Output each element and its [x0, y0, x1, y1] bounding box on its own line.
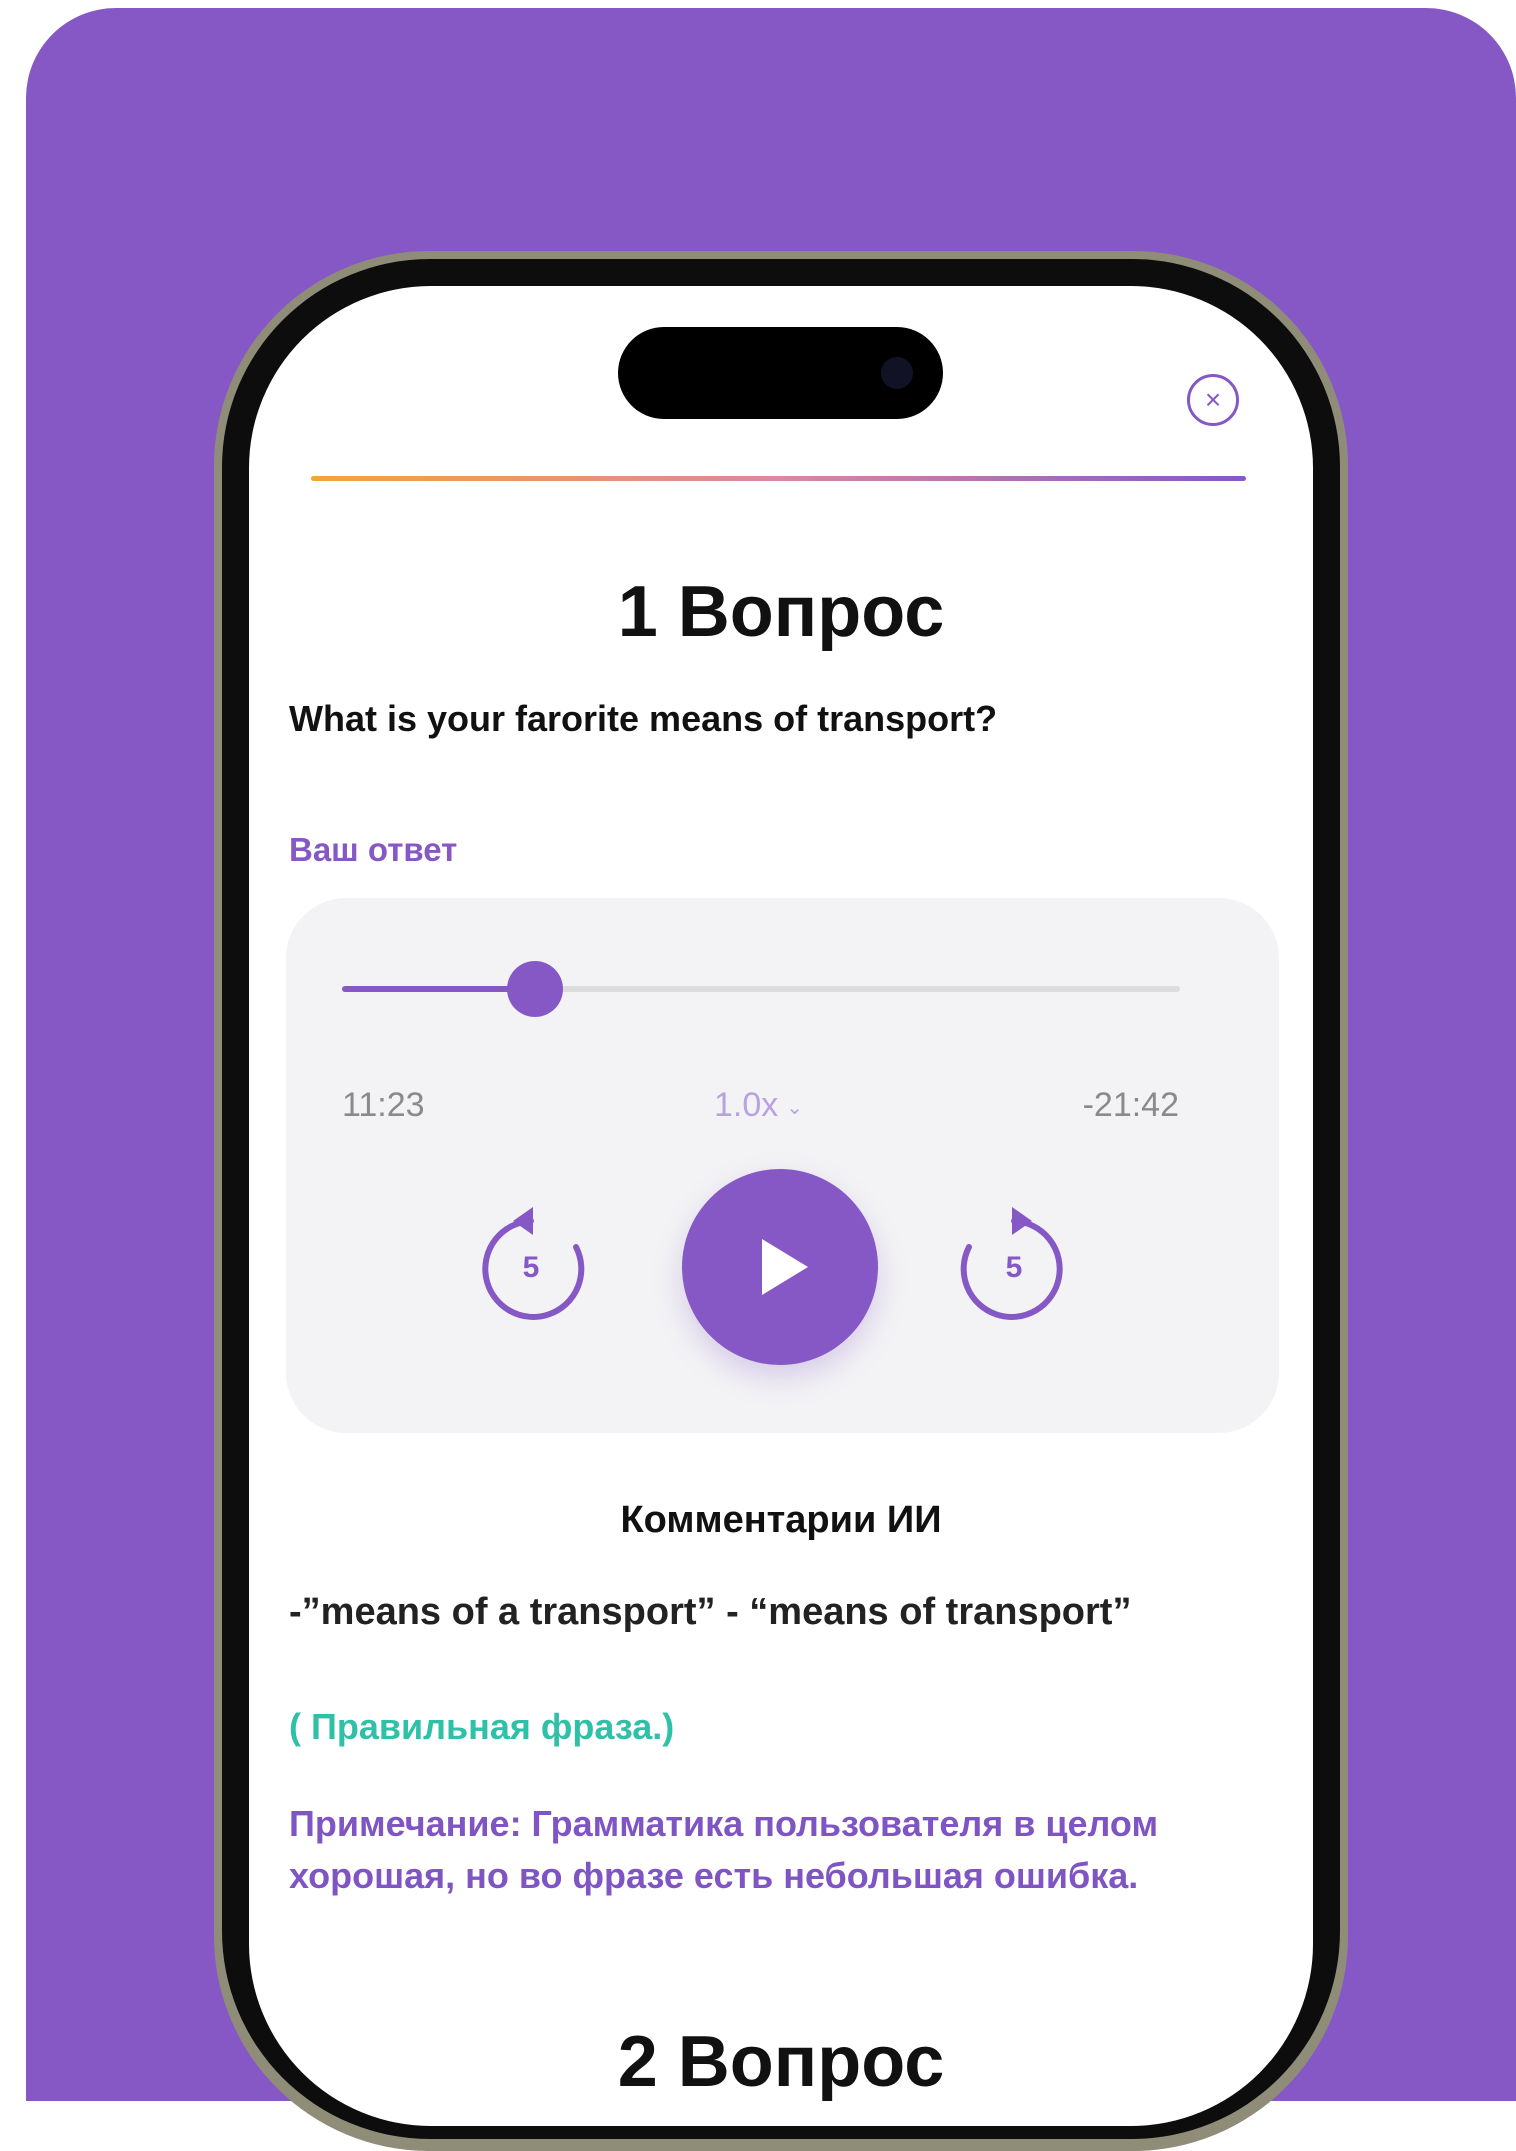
skip-back-seconds: 5: [523, 1251, 540, 1284]
skip-back-icon: 5: [482, 1207, 585, 1320]
ai-comments-title: Комментарии ИИ: [620, 1499, 942, 1541]
skip-forward-button[interactable]: 5: [954, 1203, 1074, 1323]
question-1-title: 1 Вопрос: [617, 572, 945, 652]
audio-progress-track[interactable]: [342, 961, 1180, 1017]
question-2-title: 2 Вопрос: [617, 2022, 945, 2102]
play-icon: [762, 1239, 808, 1295]
playback-speed-selector[interactable]: 1.0x ⌄: [714, 1086, 803, 1125]
ai-note-text: Примечание: Грамматика пользователя в це…: [289, 1803, 1159, 1896]
quiz-progress-bar: [311, 476, 1246, 481]
remaining-time: -21:42: [1082, 1086, 1179, 1124]
playback-speed-label: 1.0x: [714, 1086, 779, 1124]
question-1-text: What is your farorite means of transport…: [289, 698, 998, 739]
close-icon: ×: [1204, 384, 1222, 415]
phone-screen: × 1 Вопрос What is your farorite means o…: [249, 286, 1313, 2126]
play-button[interactable]: [682, 1169, 878, 1365]
audio-progress-fill: [342, 986, 535, 992]
skip-forward-seconds: 5: [1006, 1251, 1023, 1284]
skip-back-button[interactable]: 5: [471, 1203, 591, 1323]
chevron-down-icon: ⌄: [786, 1096, 804, 1119]
dynamic-island: [618, 327, 943, 419]
your-answer-label: Ваш ответ: [289, 831, 458, 868]
audio-progress-thumb[interactable]: [506, 961, 563, 1017]
skip-forward-icon: 5: [960, 1207, 1063, 1320]
camera-icon: [881, 357, 913, 389]
ai-correction-text: -”means of a transport” - “means of tran…: [289, 1591, 1132, 1633]
close-button[interactable]: ×: [1187, 374, 1239, 426]
correct-phrase-label: ( Правильная фраза.): [289, 1706, 675, 1747]
elapsed-time: 11:23: [342, 1086, 425, 1124]
audio-player: 11:23 1.0x ⌄ -21:42 5 5: [286, 898, 1279, 1433]
